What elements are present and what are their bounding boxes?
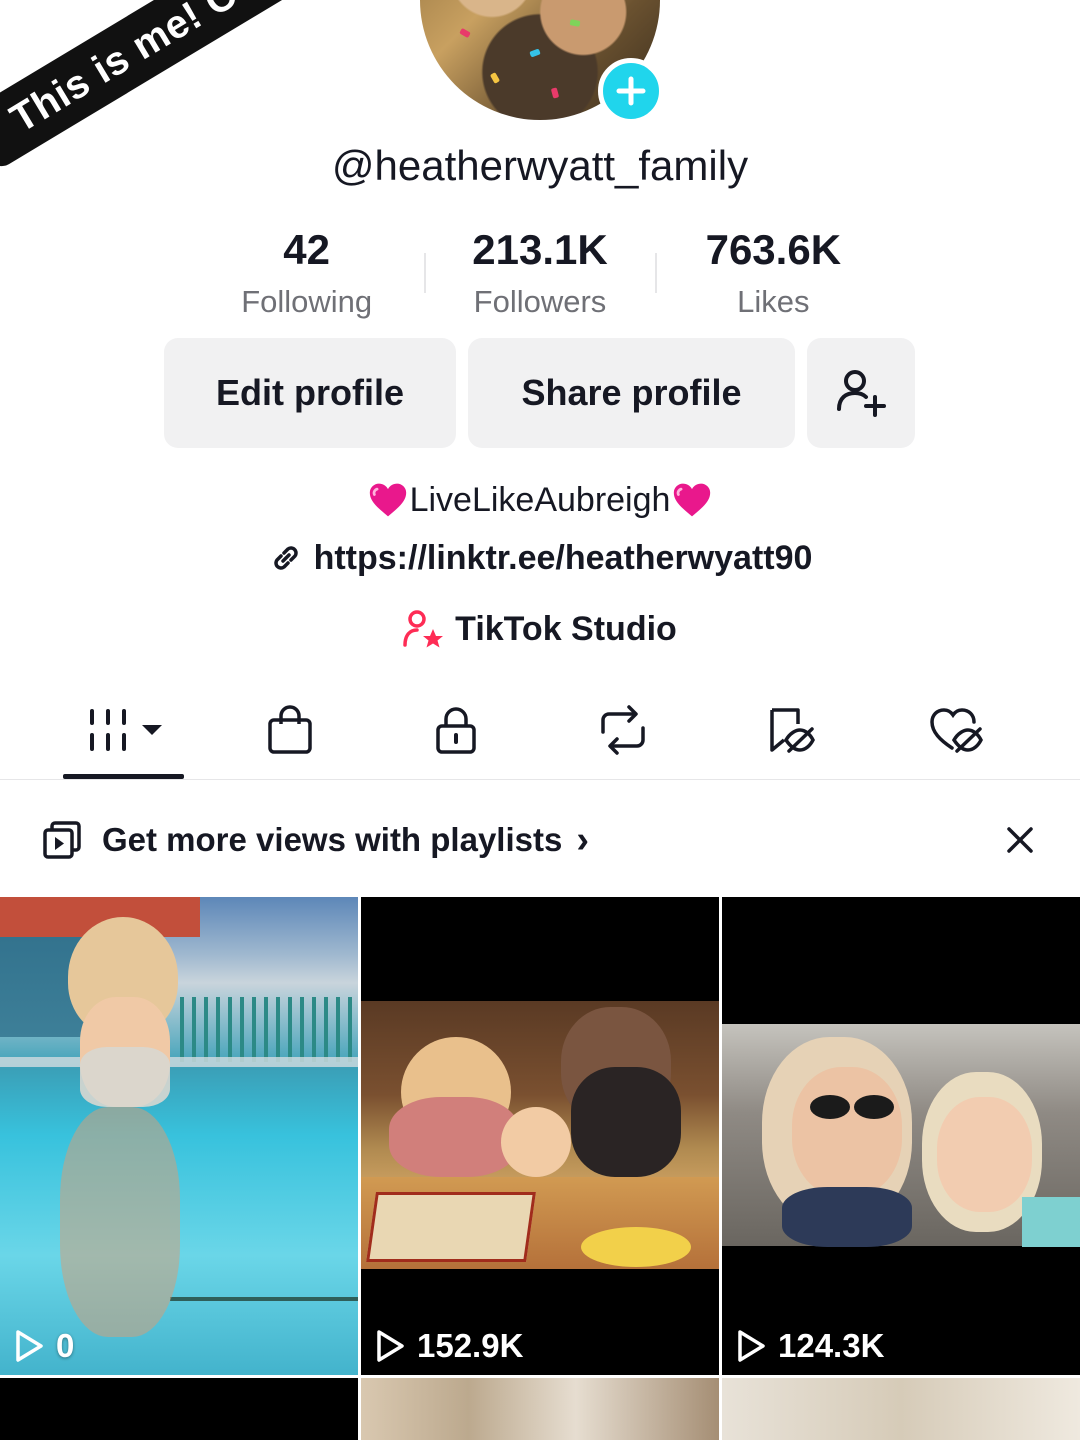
close-icon[interactable]: [1006, 826, 1034, 854]
tab-shop[interactable]: [260, 700, 320, 760]
bio-text: LiveLikeAubreigh: [409, 480, 671, 519]
video-thumbnail[interactable]: [722, 1378, 1080, 1440]
tab-private[interactable]: [426, 700, 486, 760]
view-count-value: 124.3K: [778, 1327, 885, 1364]
playlist-banner-text: Get more views with playlists: [102, 821, 563, 858]
stat-label: Followers: [473, 284, 607, 319]
repost-icon: [601, 705, 645, 755]
plus-icon: [616, 76, 646, 106]
tab-videos[interactable]: [88, 700, 168, 760]
profile-stats: 42 Following 213.1K Followers 763.6K Lik…: [190, 226, 890, 320]
stat-value: 42: [283, 226, 331, 273]
tab-favorites[interactable]: [760, 700, 820, 760]
view-count: 152.9K: [375, 1327, 523, 1365]
add-friends-button[interactable]: [807, 338, 915, 448]
stat-likes[interactable]: 763.6K Likes: [657, 226, 890, 320]
stat-following[interactable]: 42 Following: [190, 226, 423, 320]
stat-followers[interactable]: 213.1K Followers: [423, 226, 656, 320]
stat-value: 213.1K: [472, 226, 608, 273]
stat-label: Likes: [737, 284, 810, 319]
stat-divider: [655, 253, 657, 293]
bio: LiveLikeAubreigh: [0, 475, 1080, 525]
profile-link[interactable]: https://linktr.ee/heatherwyatt90: [0, 533, 1080, 583]
lock-icon: [436, 707, 476, 754]
video-thumbnail[interactable]: 124.3K: [722, 897, 1080, 1375]
add-user-icon: [837, 370, 886, 417]
pink-heart-icon: [369, 483, 406, 517]
heart-hidden-icon: [930, 708, 983, 753]
stat-divider: [424, 253, 426, 293]
chevron-right-icon: ›: [576, 819, 589, 861]
view-count-value: 0: [56, 1327, 75, 1364]
pink-heart-icon: [674, 483, 711, 517]
tab-reposts[interactable]: [593, 700, 653, 760]
tiktok-studio-link[interactable]: TikTok Studio: [0, 604, 1080, 654]
share-profile-button[interactable]: Share profile: [468, 338, 795, 448]
link-text: https://linktr.ee/heatherwyatt90: [313, 538, 813, 577]
bookmark-hidden-icon: [770, 708, 815, 753]
view-count: 0: [14, 1327, 74, 1365]
play-icon: [16, 1330, 43, 1362]
grid-icon: [90, 709, 162, 751]
shopping-bag-icon: [268, 705, 312, 754]
edit-profile-button[interactable]: Edit profile: [164, 338, 456, 448]
creator-star-icon: [403, 610, 444, 648]
playlist-icon: [43, 821, 81, 859]
video-thumbnail[interactable]: [361, 1378, 719, 1440]
link-icon: [273, 546, 298, 570]
play-icon: [738, 1330, 765, 1362]
video-thumbnail[interactable]: 152.9K: [361, 897, 719, 1375]
caption-text: This is me! Caption: [2, 0, 350, 141]
add-story-button[interactable]: [598, 58, 664, 124]
view-count-value: 152.9K: [417, 1327, 524, 1364]
video-thumbnail[interactable]: [0, 1378, 358, 1440]
playlist-banner[interactable]: Get more views with playlists ›: [0, 800, 1080, 880]
play-icon: [377, 1330, 404, 1362]
active-tab-indicator: [63, 774, 184, 779]
stat-value: 763.6K: [705, 226, 842, 273]
stat-label: Following: [241, 284, 373, 319]
video-thumbnail[interactable]: 0: [0, 897, 358, 1375]
profile-tabs: [0, 690, 1080, 780]
studio-text: TikTok Studio: [455, 609, 677, 648]
view-count: 124.3K: [736, 1327, 884, 1365]
username: @heatherwyatt_family: [331, 142, 749, 189]
tab-liked[interactable]: [926, 700, 986, 760]
